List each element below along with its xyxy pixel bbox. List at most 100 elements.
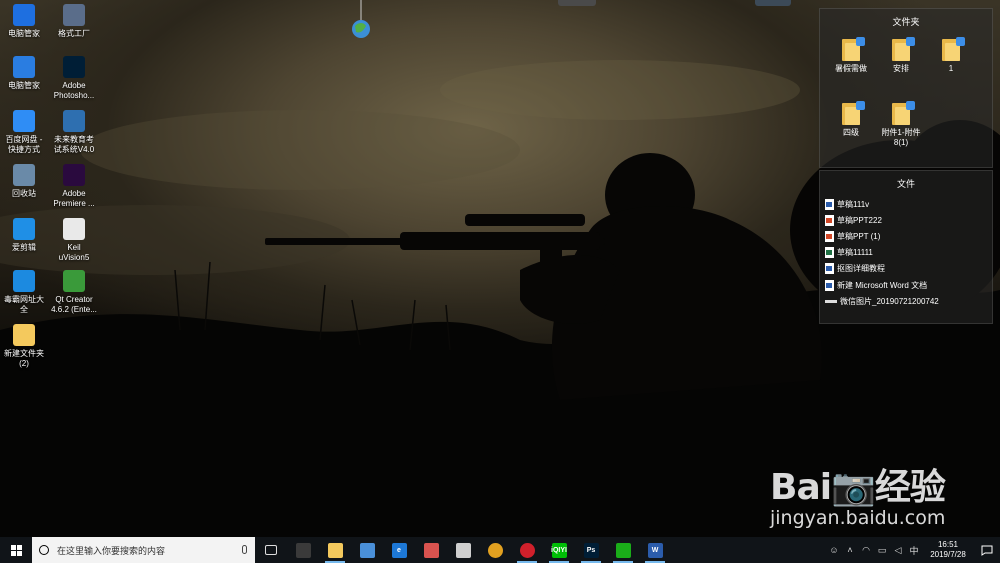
cortana-icon bbox=[39, 545, 49, 555]
taskbar-app-app-6[interactable] bbox=[415, 537, 447, 563]
taskbar-search-box[interactable]: 在这里输入你要搜索的内容 bbox=[32, 537, 255, 563]
desktop-icon[interactable]: 回收站 bbox=[0, 164, 48, 199]
folder-icon bbox=[13, 324, 35, 346]
iqiyi-icon: iQIYI bbox=[551, 542, 567, 558]
desktop-icon[interactable]: 电脑管家 bbox=[0, 56, 48, 91]
fence-files-title: 文件 bbox=[896, 179, 915, 189]
recycle-bin-icon bbox=[13, 164, 35, 186]
file-label: 新建 Microsoft Word 文档 bbox=[837, 280, 928, 290]
taskbar-app-iqiyi[interactable]: iQIYI bbox=[543, 537, 575, 563]
app-7-icon bbox=[455, 542, 471, 558]
desktop-icon-label: 爱剪辑 bbox=[12, 243, 36, 252]
taskbar-app-chrome[interactable] bbox=[479, 537, 511, 563]
exam-system-icon bbox=[63, 110, 85, 132]
taskbar-app-photoshop[interactable]: Ps bbox=[575, 537, 607, 563]
baidu-netdisk-icon bbox=[13, 110, 35, 132]
file-label: 抠图详细教程 bbox=[837, 264, 885, 274]
chevron-up-icon[interactable]: ˄ bbox=[842, 537, 858, 563]
fence-file-item[interactable]: 草稿PPT (1) bbox=[825, 229, 880, 243]
fence-folders[interactable]: 文件夹 暑假需做 安排 1 四级 附件1-附件 8(1) bbox=[819, 8, 993, 168]
folder-label: 安排 bbox=[893, 64, 909, 73]
store-icon bbox=[295, 542, 311, 558]
netease-music-icon bbox=[519, 542, 535, 558]
fence-folder-item[interactable]: 安排 bbox=[878, 37, 924, 74]
wifi-icon[interactable]: ◠ bbox=[858, 537, 874, 563]
ppt-file-icon bbox=[825, 214, 834, 226]
desktop-icon-label: 电脑管家 bbox=[8, 29, 40, 38]
folder-label: 附件1-附件 8(1) bbox=[881, 128, 921, 147]
desktop-icon[interactable]: Adobe Photosho... bbox=[50, 56, 98, 101]
people-icon[interactable]: ☺ bbox=[826, 537, 842, 563]
desktop-icon-label: Qt Creator 4.6.2 (Ente... bbox=[51, 295, 97, 314]
fence-file-item[interactable]: 草稿111v bbox=[825, 197, 869, 211]
desktop-icon[interactable]: 格式工厂 bbox=[50, 4, 98, 39]
clock-time: 16:51 bbox=[937, 540, 959, 549]
system-tray: ☺ ˄ ◠ ▭ ◁ 中 16:51 2019/7/28 bbox=[826, 537, 1000, 563]
desktop-icon-label: Adobe Premiere ... bbox=[53, 189, 95, 208]
fence-folder-item[interactable]: 1 bbox=[928, 37, 974, 74]
search-placeholder: 在这里输入你要搜索的内容 bbox=[57, 545, 166, 556]
desktop-icon[interactable]: Qt Creator 4.6.2 (Ente... bbox=[50, 270, 98, 315]
fence-folder-item[interactable]: 暑假需做 bbox=[828, 37, 874, 74]
fence-file-item[interactable]: 微信图片_20190721200742 bbox=[825, 294, 939, 308]
keil-icon bbox=[63, 218, 85, 240]
desktop-icon-label: 回收站 bbox=[12, 189, 36, 198]
taskbar-app-edge[interactable]: e bbox=[383, 537, 415, 563]
desktop-icon-label: 格式工厂 bbox=[58, 29, 90, 38]
taskbar-apps: e iQIYI Ps W bbox=[255, 537, 671, 563]
taskbar-app-app-4[interactable] bbox=[351, 537, 383, 563]
app-4-icon bbox=[359, 542, 375, 558]
desktop-icon[interactable]: 电脑管家 bbox=[0, 4, 48, 39]
fence-folders-title: 文件夹 bbox=[892, 17, 920, 27]
notification-icon bbox=[981, 545, 993, 556]
photoshop-icon: Ps bbox=[583, 542, 599, 558]
taskbar-app-file-explorer[interactable] bbox=[319, 537, 351, 563]
top-gadget-slider[interactable] bbox=[755, 0, 791, 6]
ppt-file-icon bbox=[825, 230, 834, 242]
fence-folder-item[interactable]: 四级 bbox=[828, 101, 874, 138]
taskbar-app-word[interactable]: W bbox=[639, 537, 671, 563]
chrome-icon bbox=[487, 542, 503, 558]
desktop-icon[interactable]: Adobe Premiere ... bbox=[50, 164, 98, 209]
word-file-icon bbox=[825, 198, 834, 210]
folder-label: 四级 bbox=[843, 128, 859, 137]
desktop-icon-label: 新建文件夹 (2) bbox=[4, 349, 44, 368]
windows-logo-icon bbox=[10, 544, 22, 556]
taskbar-app-app-7[interactable] bbox=[447, 537, 479, 563]
taskbar-app-netease-music[interactable] bbox=[511, 537, 543, 563]
fence-file-item[interactable]: 抠图详细教程 bbox=[825, 262, 885, 276]
action-center-button[interactable] bbox=[974, 537, 1000, 563]
fence-files[interactable]: 文件 草稿111v 草稿PPT222 草稿PPT (1) 草稿11111 抠图详细教程新… bbox=[819, 170, 993, 324]
taskbar-app-wechat[interactable] bbox=[607, 537, 639, 563]
start-button[interactable] bbox=[0, 537, 32, 563]
fence-folder-item[interactable]: 附件1-附件 8(1) bbox=[878, 101, 924, 148]
pc-manager-icon bbox=[13, 4, 35, 26]
volume-icon[interactable]: ◁ bbox=[890, 537, 906, 563]
desktop-icon[interactable]: 未来教育考 试系统V4.0 bbox=[50, 110, 98, 155]
folder-icon bbox=[892, 37, 915, 61]
fence-file-item[interactable]: 草稿11111 bbox=[825, 246, 873, 260]
folder-label: 1 bbox=[948, 64, 954, 73]
taskbar-app-task-view[interactable] bbox=[255, 537, 287, 563]
file-label: 草稿PPT (1) bbox=[837, 231, 881, 241]
desktop-icon-label: Adobe Photosho... bbox=[53, 81, 95, 100]
microphone-icon[interactable] bbox=[242, 545, 247, 554]
desktop-icon[interactable]: 爱剪辑 bbox=[0, 218, 48, 253]
battery-icon[interactable]: ▭ bbox=[874, 537, 890, 563]
desktop-icon[interactable]: 毒霸网址大 全 bbox=[0, 270, 48, 315]
fence-file-item[interactable]: 草稿PPT222 bbox=[825, 213, 882, 227]
clock[interactable]: 16:51 2019/7/28 bbox=[922, 540, 974, 560]
word-icon: W bbox=[647, 542, 663, 558]
file-label: 草稿111v bbox=[837, 199, 870, 209]
folder-label: 暑假需做 bbox=[835, 64, 867, 73]
desktop-icon[interactable]: 新建文件夹 (2) bbox=[0, 324, 48, 369]
taskbar-app-store[interactable] bbox=[287, 537, 319, 563]
folder-icon bbox=[842, 101, 865, 125]
desktop-icon[interactable]: Keil uVision5 bbox=[50, 218, 98, 263]
file-label: 草稿PPT222 bbox=[837, 215, 882, 225]
input-language[interactable]: 中 bbox=[906, 537, 922, 563]
premiere-icon bbox=[63, 164, 85, 186]
top-gadget[interactable] bbox=[558, 0, 596, 6]
fence-file-item[interactable]: 新建 Microsoft Word 文档 bbox=[825, 278, 927, 292]
desktop-icon[interactable]: 百度网盘 - 快捷方式 bbox=[0, 110, 48, 155]
